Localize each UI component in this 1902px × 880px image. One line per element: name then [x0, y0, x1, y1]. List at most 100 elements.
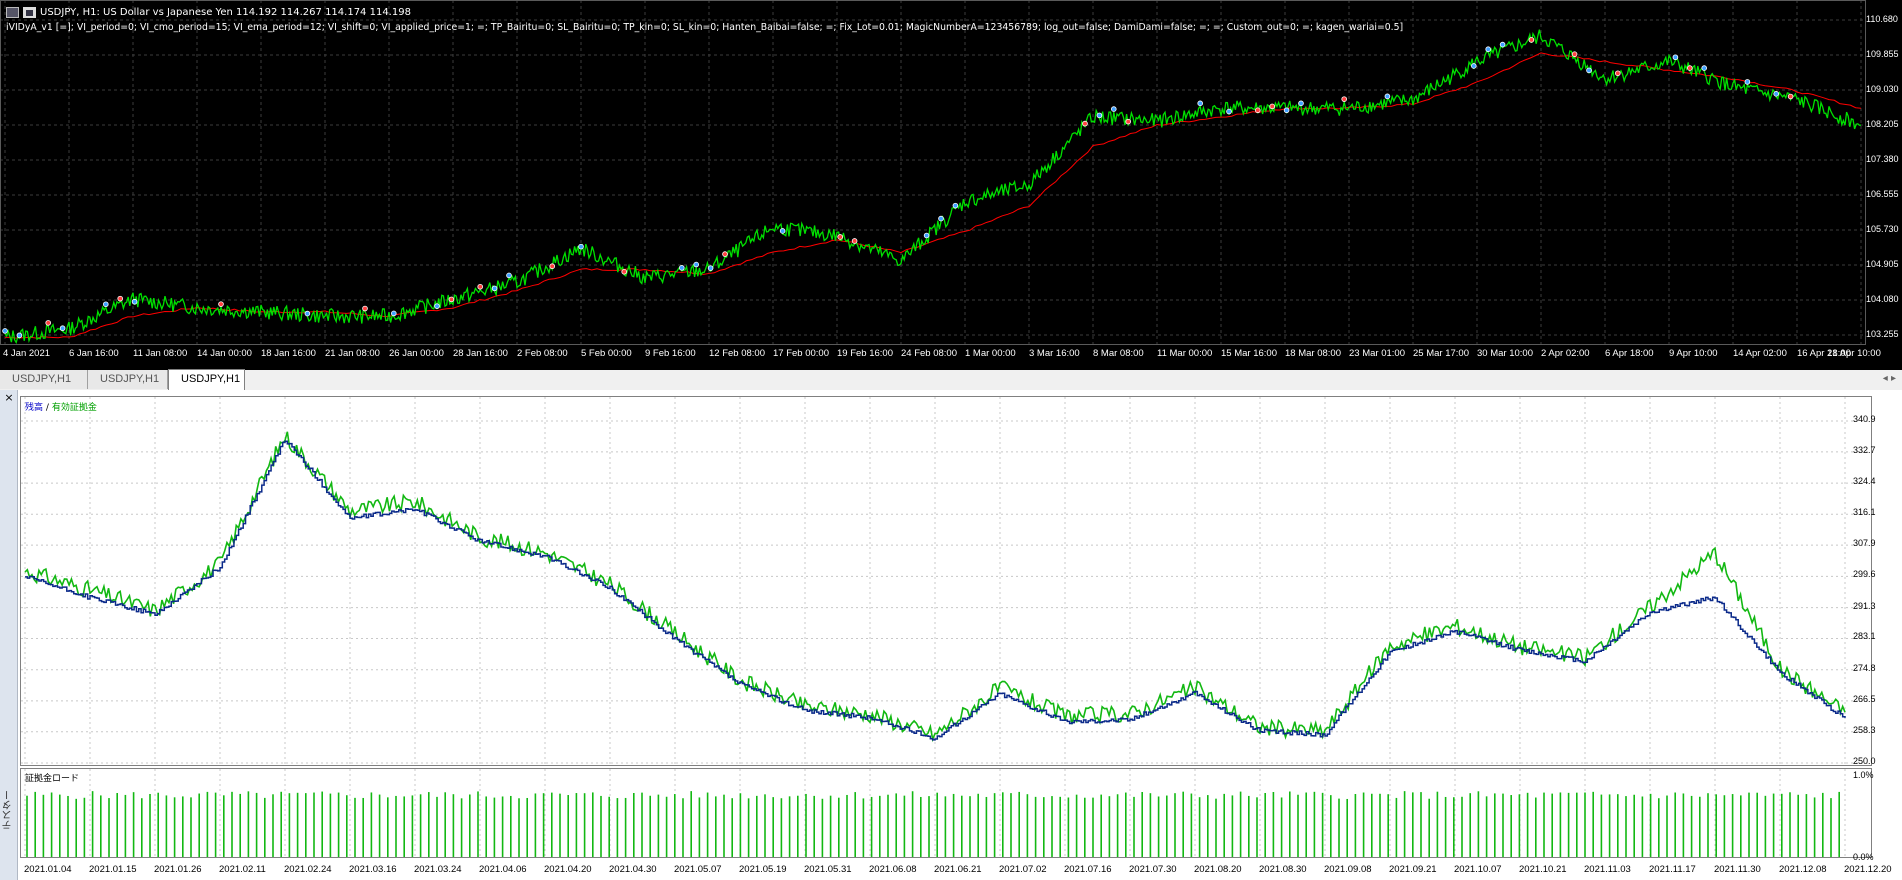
equity-graph-canvas — [21, 397, 1871, 765]
equity-tick-label: 283.1 — [1853, 631, 1876, 642]
price-tick-label: 109.855 — [1866, 49, 1899, 59]
time-tick-label: 23 Mar 01:00 — [1349, 348, 1405, 359]
time-axis[interactable]: 4 Jan 2021 6 Jan 16:00 11 Jan 08:00 14 Jan … — [0, 345, 1902, 370]
time-tick-label: 19 Feb 16:00 — [837, 348, 893, 359]
time-tick-label: 18 Mar 08:00 — [1285, 348, 1341, 359]
margin-load-title: 証拠金ロード — [25, 774, 80, 784]
date-tick-label: 2021.04.20 — [544, 864, 592, 875]
time-tick-label: 6 Apr 18:00 — [1605, 348, 1654, 359]
time-tick-label: 4 Jan 2021 — [3, 348, 51, 359]
date-tick-label: 2021.06.08 — [869, 864, 917, 875]
time-tick-label: 9 Feb 16:00 — [645, 348, 696, 359]
load-tick-label: 1.0% — [1853, 770, 1874, 780]
equity-tick-label: 291.3 — [1853, 600, 1876, 611]
tab-usdjpy-3[interactable]: USDJPY,H1 — [168, 369, 245, 390]
equity-tick-label: 258.3 — [1853, 724, 1876, 735]
tab-usdjpy-2[interactable]: USDJPY,H1 — [88, 370, 168, 389]
close-icon[interactable]: × — [3, 392, 15, 404]
time-tick-label: 18 Jan 16:00 — [261, 348, 316, 359]
date-tick-label: 2021.12.20 — [1844, 864, 1892, 875]
equity-tick-label: 250.0 — [1853, 756, 1876, 766]
date-tick-label: 2021.09.21 — [1389, 864, 1437, 875]
tester-title: テスター — [3, 790, 14, 830]
price-tick-label: 108.205 — [1866, 119, 1899, 129]
date-tick-label: 2021.05.07 — [674, 864, 722, 875]
price-chart-window[interactable]: USDJPY, H1: US Dollar vs Japanese Yen 11… — [0, 0, 1902, 370]
time-tick-label: 17 Feb 00:00 — [773, 348, 829, 359]
price-chart-frame — [0, 0, 1866, 345]
legend-separator: / — [45, 403, 49, 413]
strategy-tester-panel: × テスター 残高 / 有効証拠金 340.9 332.7 324.4 316.1 30… — [0, 390, 1902, 880]
date-tick-label: 2021.05.31 — [804, 864, 852, 875]
time-tick-label: 28 Jan 16:00 — [453, 348, 508, 359]
equity-tick-label: 340.9 — [1853, 414, 1876, 424]
date-tick-label: 2021.03.16 — [349, 864, 397, 875]
tester-sidebar: × テスター — [0, 390, 18, 880]
time-tick-label: 14 Apr 02:00 — [1733, 348, 1787, 359]
date-tick-label: 2021.07.16 — [1064, 864, 1112, 875]
tab-usdjpy-1[interactable]: USDJPY,H1 — [0, 370, 88, 389]
equity-tick-label: 332.7 — [1853, 444, 1876, 455]
date-tick-label: 2021.08.30 — [1259, 864, 1307, 875]
price-tick-label: 104.080 — [1866, 294, 1899, 304]
price-tick-label: 103.255 — [1866, 329, 1899, 339]
window-menu-icon[interactable] — [6, 6, 19, 18]
time-tick-label: 25 Mar 17:00 — [1413, 348, 1469, 359]
chart-tabs: USDJPY,H1 USDJPY,H1 USDJPY,H1 ◂ ▸ — [0, 369, 1902, 391]
time-tick-label: 21 Jan 08:00 — [325, 348, 380, 359]
time-tick-label: 14 Jan 00:00 — [197, 348, 252, 359]
time-tick-label: 1 Mar 00:00 — [965, 348, 1016, 359]
date-tick-label: 2021.11.03 — [1584, 864, 1631, 875]
tab-scroll-icon[interactable]: ◂ ▸ — [1883, 373, 1896, 384]
time-tick-label: 30 Mar 10:00 — [1477, 348, 1533, 359]
time-tick-label: 15 Mar 16:00 — [1221, 348, 1277, 359]
chart-type-icon[interactable] — [23, 6, 36, 18]
equity-graph[interactable]: 残高 / 有効証拠金 — [20, 396, 1872, 766]
time-tick-label: 21 Apr 10:00 — [1827, 348, 1881, 359]
equity-tick-label: 266.5 — [1853, 693, 1876, 704]
equity-tick-label: 274.8 — [1853, 662, 1876, 673]
price-tick-label: 105.730 — [1866, 224, 1899, 234]
equity-tick-label: 324.4 — [1853, 476, 1876, 487]
date-tick-label: 2021.09.08 — [1324, 864, 1372, 875]
date-tick-label: 2021.12.08 — [1779, 864, 1827, 875]
date-tick-label: 2021.05.19 — [739, 864, 787, 875]
time-tick-label: 6 Jan 16:00 — [69, 348, 119, 359]
date-tick-label: 2021.08.20 — [1194, 864, 1242, 875]
equity-tick-label: 307.9 — [1853, 538, 1876, 549]
time-tick-label: 8 Mar 08:00 — [1093, 348, 1144, 359]
load-bars — [26, 791, 1840, 857]
equity-tick-label: 299.6 — [1853, 569, 1876, 580]
date-tick-label: 2021.03.24 — [414, 864, 462, 875]
date-tick-label: 2021.02.11 — [219, 864, 266, 875]
date-tick-label: 2021.04.06 — [479, 864, 527, 875]
load-tick-label: 0.0% — [1853, 852, 1874, 862]
margin-load-graph[interactable]: 証拠金ロード — [20, 768, 1872, 858]
time-tick-label: 9 Apr 10:00 — [1669, 348, 1718, 359]
price-tick-label: 106.555 — [1866, 189, 1899, 199]
price-tick-label: 109.030 — [1866, 84, 1899, 94]
date-tick-label: 2021.01.04 — [24, 864, 72, 875]
chart-header: USDJPY, H1: US Dollar vs Japanese Yen 11… — [6, 5, 411, 19]
time-tick-label: 5 Feb 00:00 — [581, 348, 632, 359]
time-tick-label: 11 Jan 08:00 — [133, 348, 188, 359]
price-tick-label: 104.905 — [1866, 259, 1899, 269]
date-tick-label: 2021.10.07 — [1454, 864, 1502, 875]
date-tick-label: 2021.11.30 — [1714, 864, 1761, 875]
date-tick-label: 2021.10.21 — [1519, 864, 1567, 875]
time-tick-label: 3 Mar 16:00 — [1029, 348, 1080, 359]
date-tick-label: 2021.02.24 — [284, 864, 332, 875]
date-tick-label: 2021.04.30 — [609, 864, 657, 875]
equity-legend: 残高 / 有効証拠金 — [25, 400, 97, 413]
legend-balance: 残高 — [25, 403, 44, 413]
time-tick-label: 2 Apr 02:00 — [1541, 348, 1590, 359]
date-tick-label: 2021.07.30 — [1129, 864, 1177, 875]
price-axis[interactable]: 110.680 109.855 109.030 108.205 107.380 106.5… — [1866, 0, 1902, 345]
date-tick-label: 2021.01.15 — [89, 864, 137, 875]
time-tick-label: 12 Feb 08:00 — [709, 348, 765, 359]
date-tick-label: 2021.07.02 — [999, 864, 1047, 875]
price-tick-label: 107.380 — [1866, 154, 1899, 164]
legend-equity: 有効証拠金 — [51, 403, 97, 413]
date-tick-label: 2021.01.26 — [154, 864, 202, 875]
symbol-info: USDJPY, H1: US Dollar vs Japanese Yen 11… — [40, 6, 411, 18]
